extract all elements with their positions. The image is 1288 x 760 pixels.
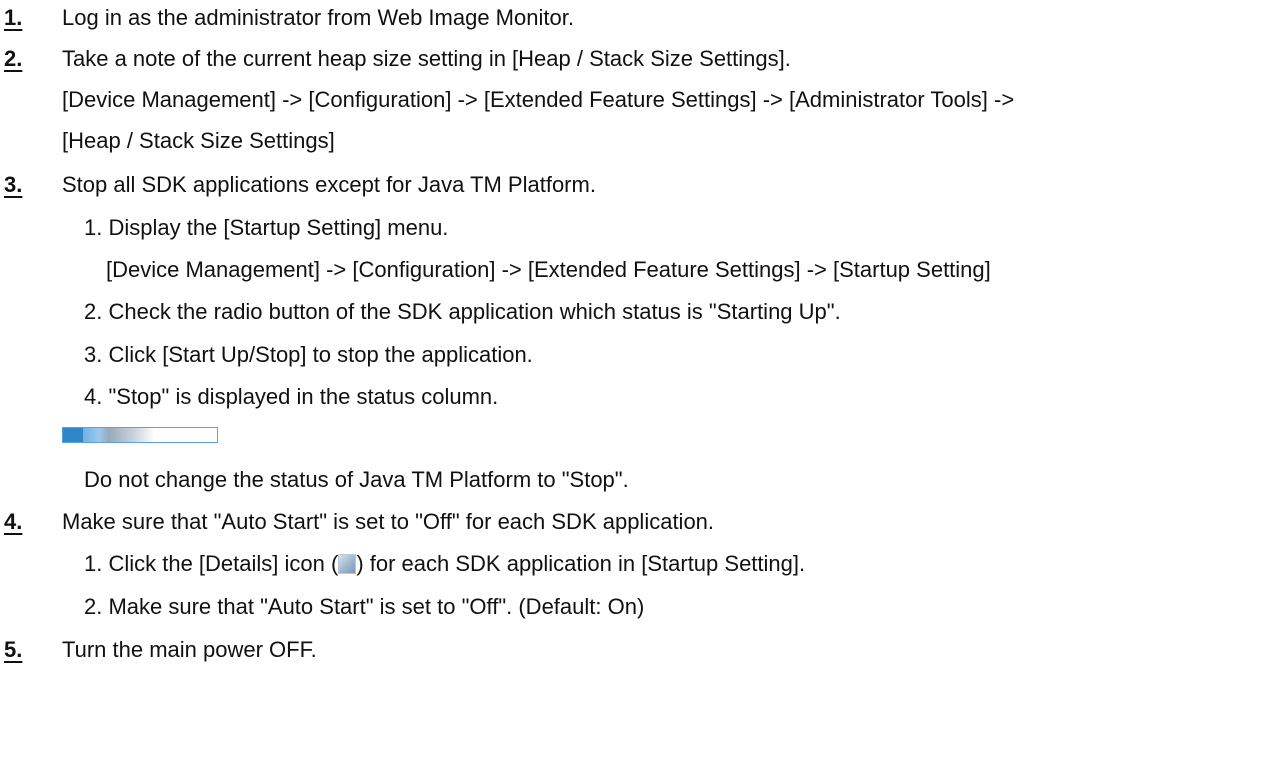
substep-text: 1. Click the [Details] icon ( ) for each … xyxy=(84,550,805,578)
step-text: Stop all SDK applications except for Jav… xyxy=(62,172,596,197)
details-icon xyxy=(338,554,357,574)
step-text: Take a note of the current heap size set… xyxy=(62,46,791,71)
substep-text-after: ) for each SDK application in [Startup S… xyxy=(356,551,806,576)
substep-text: 4. "Stop" is displayed in the status col… xyxy=(84,384,499,409)
menu-path-line: [Device Management] -> [Configuration] -… xyxy=(106,257,991,282)
substep-text-before: 1. Click the [Details] icon ( xyxy=(84,551,339,576)
step-text: Turn the main power OFF. xyxy=(62,637,317,662)
menu-path-line: [Heap / Stack Size Settings] xyxy=(62,128,335,153)
substep-text: 3. Click [Start Up/Stop] to stop the app… xyxy=(84,342,533,367)
step-number: 2. xyxy=(4,46,23,71)
substep-text: 2. Check the radio button of the SDK app… xyxy=(84,299,841,324)
step-number: 5. xyxy=(4,637,23,662)
note-text: Do not change the status of Java TM Plat… xyxy=(84,467,629,492)
step-number: 3. xyxy=(4,172,23,197)
step-text: Log in as the administrator from Web Ima… xyxy=(62,5,574,30)
important-note-icon xyxy=(62,427,218,443)
substep-text: 2. Make sure that "Auto Start" is set to… xyxy=(84,594,645,619)
step-number: 4. xyxy=(4,509,23,534)
step-number: 1. xyxy=(4,5,23,30)
menu-path-line: [Device Management] -> [Configuration] -… xyxy=(62,87,1015,112)
step-text: Make sure that "Auto Start" is set to "O… xyxy=(62,509,715,534)
substep-text: 1. Display the [Startup Setting] menu. xyxy=(84,215,449,240)
